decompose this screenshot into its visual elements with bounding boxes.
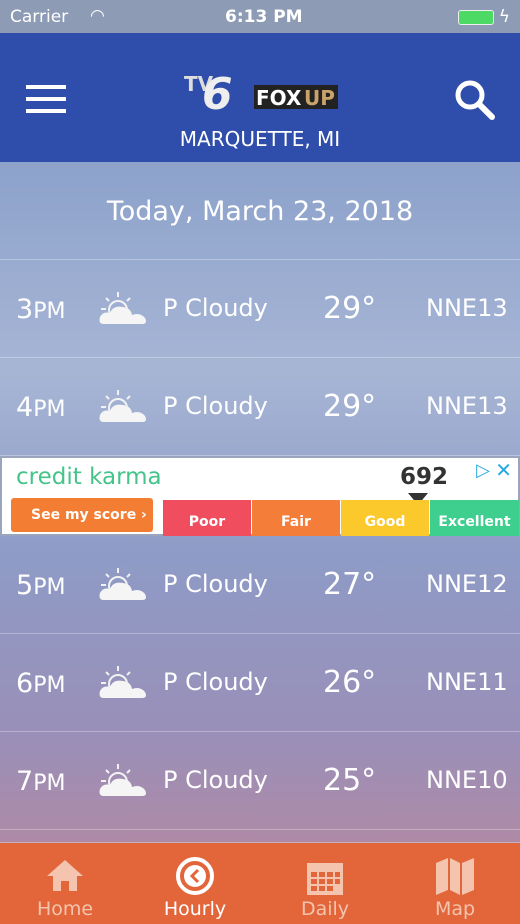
- temperature: 29°: [323, 291, 377, 326]
- wifi-icon: ◠: [90, 6, 105, 26]
- hourly-row[interactable]: 5PM P Cloudy 27° NNE12: [0, 536, 520, 634]
- map-icon: [436, 858, 474, 895]
- bottom-tab-bar: Home Hourly Daily Map: [0, 843, 520, 924]
- wind: NNE11: [426, 668, 508, 696]
- see-my-score-button[interactable]: See my score ›: [11, 498, 153, 532]
- score-level-excellent: Excellent: [430, 500, 519, 536]
- temperature: 27°: [323, 567, 377, 602]
- score-level-poor: Poor: [163, 500, 251, 536]
- condition: P Cloudy: [163, 766, 268, 794]
- location-label[interactable]: MARQUETTE, MI: [0, 127, 520, 151]
- clock: 6:13 PM: [225, 7, 303, 27]
- station-logo: TV 6 FOX UP: [182, 63, 342, 120]
- hourly-row[interactable]: 7PM P Cloudy 25° NNE10: [0, 732, 520, 830]
- hour-label: 6PM: [16, 668, 66, 699]
- condition: P Cloudy: [163, 668, 268, 696]
- hour-label: 5PM: [16, 570, 66, 601]
- partly-cloudy-icon: [99, 764, 146, 796]
- partly-cloudy-icon: [99, 666, 146, 698]
- menu-icon[interactable]: [26, 85, 66, 113]
- wind: NNE13: [426, 392, 508, 420]
- battery-icon: [458, 10, 494, 25]
- tab-home[interactable]: Home: [0, 843, 130, 924]
- adchoices-icon[interactable]: ▷: [476, 460, 490, 481]
- wind: NNE12: [426, 570, 508, 598]
- hour-label: 7PM: [16, 766, 66, 797]
- hour-label: 3PM: [16, 294, 66, 325]
- temperature: 25°: [323, 763, 377, 798]
- hourly-row-partial: [0, 830, 520, 843]
- hour-label: 4PM: [16, 392, 66, 423]
- date-heading: Today, March 23, 2018: [0, 162, 520, 260]
- score-level-fair: Fair: [252, 500, 340, 536]
- wind: NNE13: [426, 294, 508, 322]
- partly-cloudy-icon: [99, 292, 146, 324]
- svg-text:UP: UP: [304, 86, 335, 110]
- temperature: 26°: [323, 665, 377, 700]
- hourly-row[interactable]: 3PM P Cloudy 29° NNE13: [0, 260, 520, 358]
- condition: P Cloudy: [163, 392, 268, 420]
- home-icon: [47, 860, 83, 891]
- svg-text:6: 6: [202, 69, 233, 113]
- ad-brand: credit karma: [16, 464, 162, 490]
- clock-icon: [176, 857, 214, 895]
- status-bar: Carrier ◠ 6:13 PM ϟ: [0, 0, 520, 33]
- close-ad-icon[interactable]: ✕: [495, 458, 512, 482]
- carrier: Carrier: [10, 7, 69, 27]
- calendar-icon: [307, 863, 343, 895]
- search-icon[interactable]: [452, 77, 496, 121]
- partly-cloudy-icon: [99, 568, 146, 600]
- condition: P Cloudy: [163, 570, 268, 598]
- advertisement-banner[interactable]: credit karma See my score › 692 ▷ ✕ Poor…: [0, 456, 520, 536]
- temperature: 29°: [323, 389, 377, 424]
- charging-icon: ϟ: [498, 7, 510, 27]
- score-level-good: Good: [341, 500, 429, 536]
- credit-score: 692: [400, 464, 449, 490]
- svg-text:FOX: FOX: [256, 86, 302, 110]
- tab-hourly[interactable]: Hourly: [130, 843, 260, 924]
- hourly-row[interactable]: 4PM P Cloudy 29° NNE13: [0, 358, 520, 456]
- condition: P Cloudy: [163, 294, 268, 322]
- partly-cloudy-icon: [99, 390, 146, 422]
- tab-daily[interactable]: Daily: [260, 843, 390, 924]
- wind: NNE10: [426, 766, 508, 794]
- hourly-row[interactable]: 6PM P Cloudy 26° NNE11: [0, 634, 520, 732]
- tab-map[interactable]: Map: [390, 843, 520, 924]
- app-header: TV 6 FOX UP MARQUETTE, MI: [0, 33, 520, 162]
